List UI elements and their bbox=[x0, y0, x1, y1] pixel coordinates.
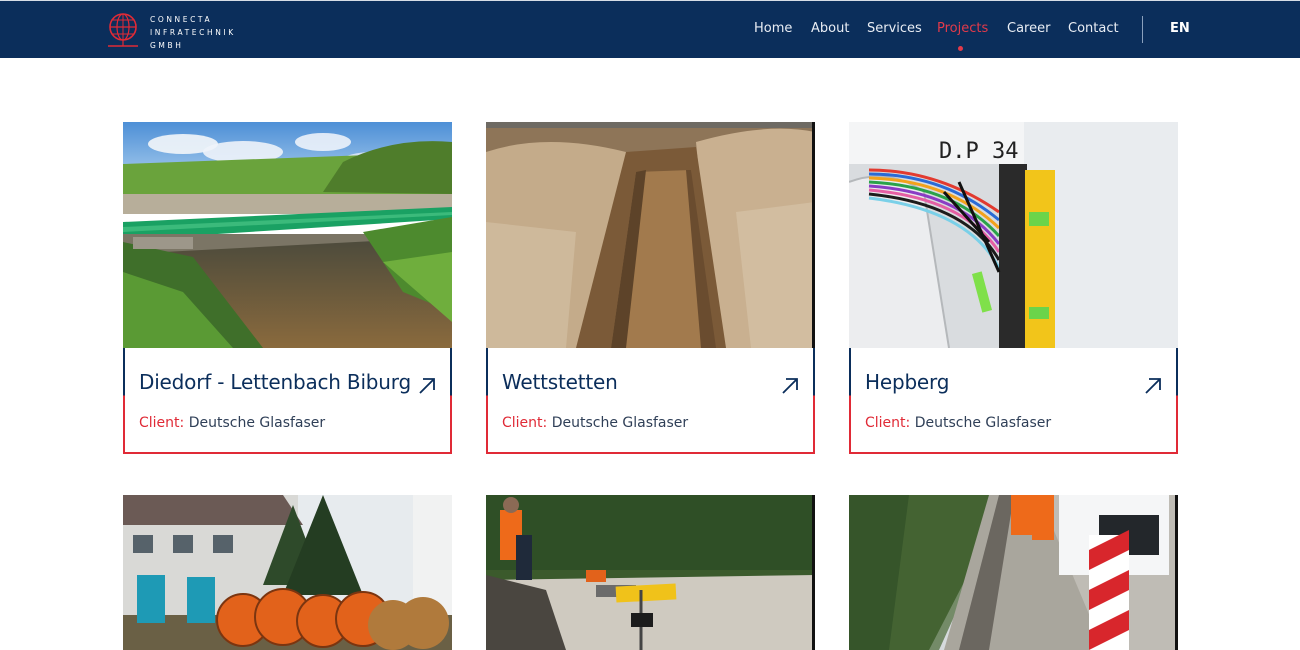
project-title: Wettstetten bbox=[502, 370, 618, 394]
nav-contact[interactable]: Contact bbox=[1068, 21, 1119, 36]
arrow-up-right-icon[interactable] bbox=[417, 376, 437, 396]
client-name: Deutsche Glasfaser bbox=[551, 415, 689, 431]
nav-about[interactable]: About bbox=[811, 21, 849, 36]
project-client: Client: Deutsche Glasfaser bbox=[865, 415, 1051, 431]
project-image-fiber-cabinet: D.P 34 bbox=[849, 122, 1178, 348]
project-card-body: Diedorf - Lettenbach Biburg Client: Deut… bbox=[123, 348, 452, 454]
site-header: CONNECTA INFRATECHNIK GMBH Home About Se… bbox=[0, 0, 1300, 58]
project-card-road-works[interactable] bbox=[486, 495, 815, 650]
project-image-road-works bbox=[486, 495, 815, 650]
project-card-wettstetten[interactable]: Wettstetten Client: Deutsche Glasfaser bbox=[486, 122, 815, 454]
project-title: Hepberg bbox=[865, 370, 950, 394]
main-nav: Home About Services Projects Career Cont… bbox=[0, 1, 1300, 59]
arrow-up-right-icon[interactable] bbox=[780, 376, 800, 396]
project-title: Diedorf - Lettenbach Biburg bbox=[139, 370, 411, 394]
nav-home[interactable]: Home bbox=[754, 21, 792, 36]
language-switcher[interactable]: EN bbox=[1170, 21, 1190, 36]
project-card-cable-drums[interactable] bbox=[123, 495, 452, 650]
project-image-stream-pipe bbox=[123, 122, 452, 348]
project-card-sidewalk[interactable] bbox=[849, 495, 1178, 650]
client-name: Deutsche Glasfaser bbox=[188, 415, 326, 431]
svg-text:D.P 34: D.P 34 bbox=[939, 139, 1018, 164]
client-label: Client: bbox=[139, 415, 185, 431]
project-image-cable-drums bbox=[123, 495, 452, 650]
project-image-sidewalk bbox=[849, 495, 1178, 650]
nav-services[interactable]: Services bbox=[867, 21, 922, 36]
project-card-body: Wettstetten Client: Deutsche Glasfaser bbox=[486, 348, 815, 454]
project-client: Client: Deutsche Glasfaser bbox=[139, 415, 325, 431]
project-card-hepberg[interactable]: D.P 34 Hepberg Client: Deutsche Glasfase… bbox=[849, 122, 1178, 454]
client-label: Client: bbox=[865, 415, 911, 431]
active-nav-indicator bbox=[958, 46, 963, 51]
nav-career[interactable]: Career bbox=[1007, 21, 1050, 36]
nav-divider bbox=[1142, 16, 1143, 43]
project-card-diedorf[interactable]: Diedorf - Lettenbach Biburg Client: Deut… bbox=[123, 122, 452, 454]
project-card-body: Hepberg Client: Deutsche Glasfaser bbox=[849, 348, 1178, 454]
project-client: Client: Deutsche Glasfaser bbox=[502, 415, 688, 431]
nav-projects[interactable]: Projects bbox=[937, 21, 988, 36]
project-image-trench bbox=[486, 122, 815, 348]
client-name: Deutsche Glasfaser bbox=[914, 415, 1052, 431]
client-label: Client: bbox=[502, 415, 548, 431]
arrow-up-right-icon[interactable] bbox=[1143, 376, 1163, 396]
